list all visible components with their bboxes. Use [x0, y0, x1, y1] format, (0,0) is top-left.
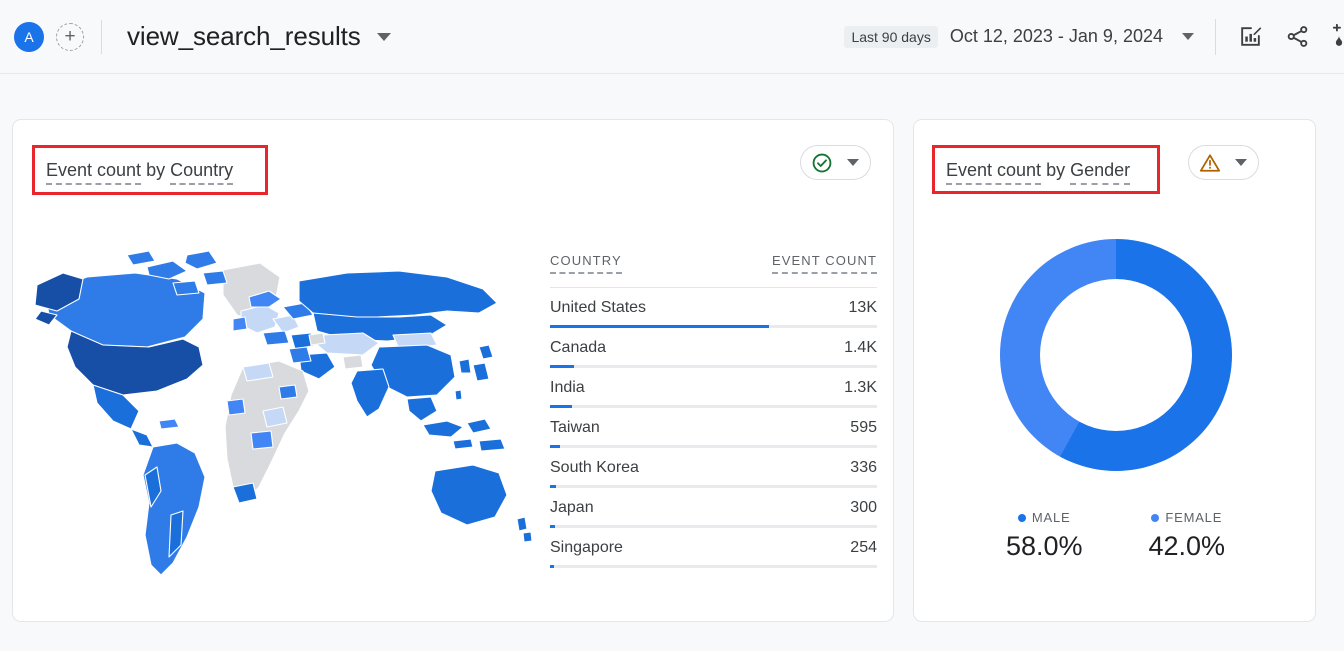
card-event-count-by-country: Event count by Country COUNTRY EVENT COU…	[12, 119, 894, 622]
table-row[interactable]: Taiwan 595	[550, 408, 877, 448]
table-row[interactable]: Canada 1.4K	[550, 328, 877, 368]
check-circle-icon	[812, 153, 832, 172]
card-header: Event count by Gender	[914, 120, 1315, 194]
table-row[interactable]: India 1.3K	[550, 368, 877, 408]
date-range-chevron-down-icon[interactable]	[1182, 33, 1194, 40]
insights-icon[interactable]	[1328, 24, 1344, 49]
status-badge[interactable]	[1188, 145, 1259, 180]
donut-legend: MALE 58.0% FEMALE 42.0%	[914, 510, 1317, 562]
cell-country: United States	[550, 298, 647, 316]
legend-label: FEMALE	[1165, 510, 1223, 525]
card-title-dimension: Country	[170, 160, 234, 185]
divider	[101, 19, 102, 54]
row-bar-track	[550, 565, 877, 568]
table-header-row: COUNTRY EVENT COUNT	[550, 253, 877, 280]
cell-country: South Korea	[550, 458, 639, 476]
cell-event-count: 13K	[848, 298, 877, 316]
cell-event-count: 336	[850, 458, 877, 476]
chevron-down-icon[interactable]	[847, 159, 859, 166]
column-header-country[interactable]: COUNTRY	[550, 253, 622, 274]
top-bar-right: Last 90 days Oct 12, 2023 - Jan 9, 2024	[844, 0, 1344, 73]
chevron-down-icon[interactable]	[1235, 159, 1247, 166]
card-title-by: by	[1041, 160, 1071, 180]
card-title: Event count by Country	[46, 160, 234, 185]
cell-event-count: 254	[850, 538, 877, 556]
card-title-dimension: Gender	[1070, 160, 1131, 185]
column-header-event-count[interactable]: EVENT COUNT	[771, 253, 877, 274]
table-row[interactable]: United States 13K	[550, 288, 877, 328]
avatar[interactable]: A	[14, 21, 44, 52]
legend-value: 58.0%	[1005, 531, 1083, 561]
cell-country: Canada	[550, 338, 607, 356]
table-body: United States 13K Canada 1.4K India 1.3K Taiwa…	[550, 288, 877, 568]
share-icon[interactable]	[1285, 24, 1310, 49]
status-badge[interactable]	[800, 145, 871, 180]
edit-chart-icon[interactable]	[1238, 24, 1263, 49]
chevron-down-icon[interactable]	[376, 32, 391, 41]
top-bar: A + view_search_results Last 90 days Oct…	[0, 0, 1344, 74]
table-row[interactable]: Singapore 254	[550, 528, 877, 568]
legend-label: MALE	[1031, 510, 1071, 525]
cell-country: Japan	[550, 498, 594, 516]
cell-event-count: 300	[850, 498, 877, 516]
country-table: COUNTRY EVENT COUNT United States 13K Cana…	[550, 253, 877, 568]
card-title: Event count by Gender	[946, 160, 1131, 185]
legend-value: 42.0%	[1148, 531, 1226, 561]
date-range-badge: Last 90 days	[844, 25, 938, 48]
world-map-chart[interactable]	[27, 215, 537, 615]
legend-item-female[interactable]: FEMALE 42.0%	[1149, 510, 1226, 562]
cell-event-count: 1.3K	[844, 378, 877, 396]
card-title-by: by	[141, 160, 171, 180]
card-event-count-by-gender: Event count by Gender MALE 58.0% FEMALE …	[913, 119, 1316, 622]
warning-triangle-icon	[1199, 153, 1221, 172]
world-map-svg	[34, 250, 533, 576]
cell-event-count: 1.4K	[844, 338, 877, 356]
card-title-metric: Event count	[46, 160, 142, 185]
donut-hole	[1039, 279, 1192, 431]
cell-country: Taiwan	[550, 418, 600, 436]
gender-donut-chart[interactable]	[914, 215, 1317, 495]
table-row[interactable]: Japan 300	[550, 488, 877, 528]
legend-color-dot	[1151, 513, 1160, 522]
card-header: Event count by Country	[13, 120, 893, 195]
plus-icon[interactable]: +	[56, 22, 84, 51]
cell-country: India	[550, 378, 585, 396]
divider	[1215, 18, 1216, 55]
legend-color-dot	[1017, 513, 1026, 522]
legend-item-male[interactable]: MALE 58.0%	[1006, 510, 1083, 562]
date-range-text[interactable]: Oct 12, 2023 - Jan 9, 2024	[950, 26, 1163, 47]
report-canvas: Event count by Country COUNTRY EVENT COU…	[0, 74, 1344, 651]
cell-country: Singapore	[550, 538, 623, 556]
page-title: view_search_results	[127, 21, 361, 51]
row-bar-fill	[550, 565, 555, 568]
card-title-metric: Event count	[946, 160, 1042, 185]
table-row[interactable]: South Korea 336	[550, 448, 877, 488]
cell-event-count: 595	[850, 418, 877, 436]
